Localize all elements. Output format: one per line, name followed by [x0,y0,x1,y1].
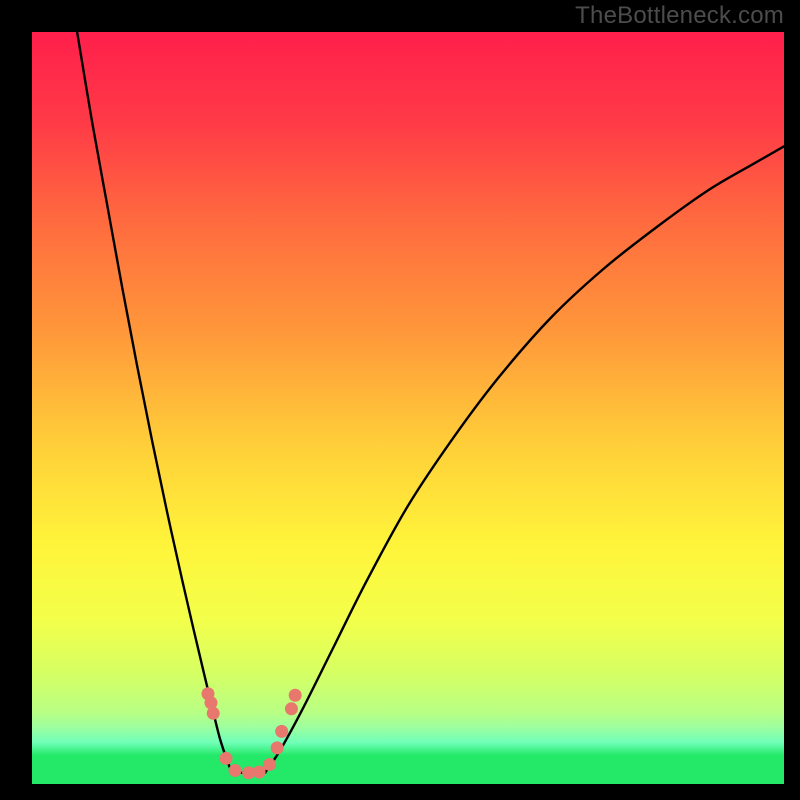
curve-left-branch [77,32,232,773]
outer-frame: TheBottleneck.com [0,0,800,800]
data-marker [275,725,288,738]
data-marker [289,689,302,702]
data-marker [220,752,233,765]
watermark-text: TheBottleneck.com [575,2,784,30]
chart-svg [32,32,784,784]
curve-right-branch [265,146,784,772]
data-marker [229,764,242,777]
data-marker [253,765,266,778]
data-marker [271,741,284,754]
data-marker [285,702,298,715]
plot-area [32,32,784,784]
data-marker [263,758,276,771]
data-marker [207,707,220,720]
